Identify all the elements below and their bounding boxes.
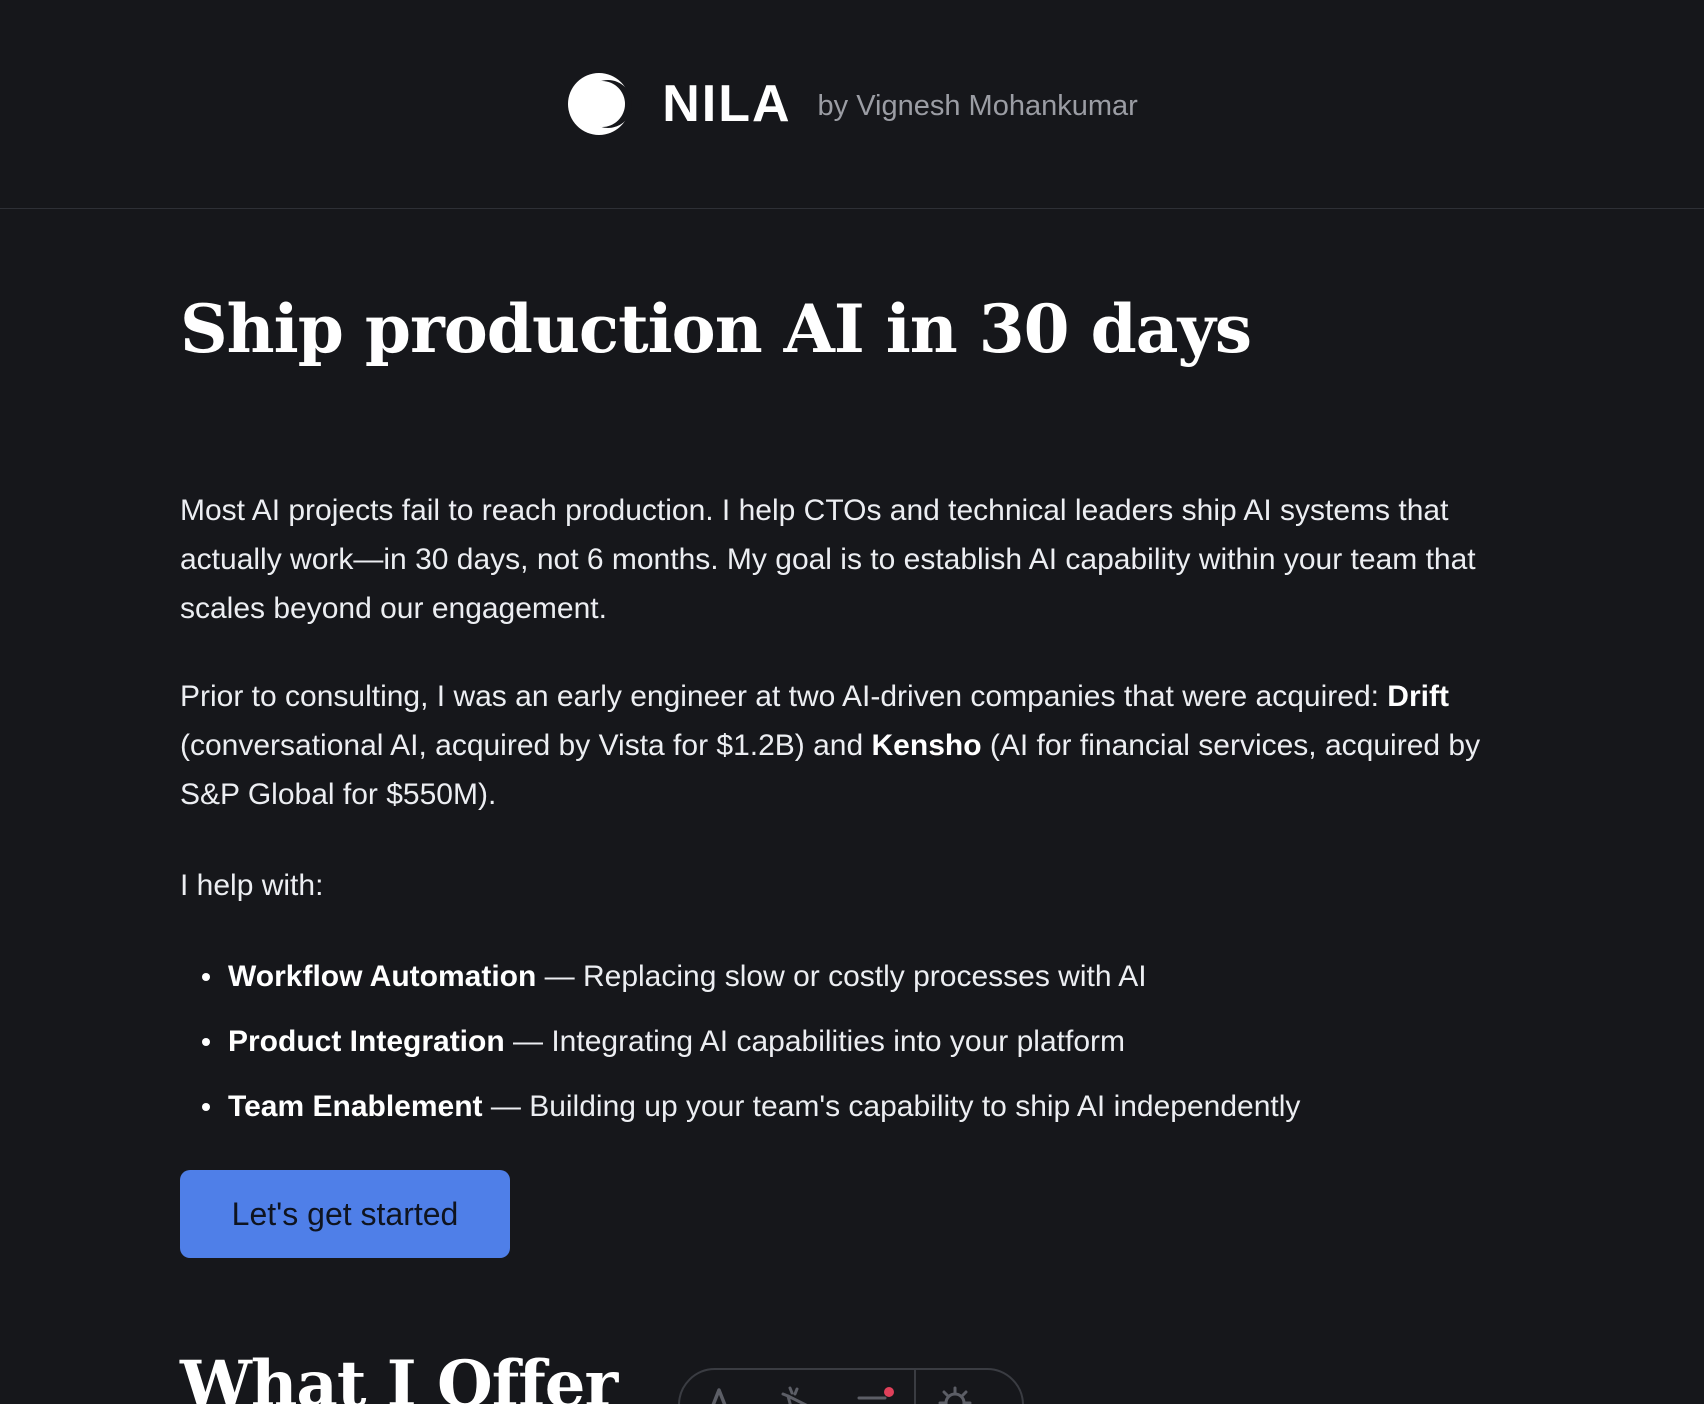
hero-title: Ship production AI in 30 days	[180, 290, 1252, 368]
background-mid: (conversational AI, acquired by Vista fo…	[180, 729, 872, 762]
brand[interactable]: NILA by Vignesh Mohankumar	[566, 71, 1138, 137]
bullet	[202, 1103, 210, 1111]
service-title: Team Enablement	[228, 1090, 483, 1123]
service-title: Product Integration	[228, 1025, 505, 1058]
toolbar-pointer-button[interactable]	[758, 1370, 836, 1404]
brand-byline: by Vignesh Mohankumar	[817, 89, 1138, 122]
brand-name: NILA	[662, 75, 792, 133]
services-list: Workflow Automation — Replacing slow or …	[180, 944, 1510, 1139]
company-kensho: Kensho	[871, 729, 982, 762]
service-desc: — Integrating AI capabilities into your …	[504, 1025, 1125, 1058]
list-item: Workflow Automation — Replacing slow or …	[180, 944, 1510, 1009]
toolbar-settings-button[interactable]	[916, 1370, 994, 1404]
toolbar-menu-button[interactable]	[836, 1370, 914, 1404]
settings-icon	[938, 1386, 972, 1404]
bullet	[202, 973, 210, 981]
background-lead: Prior to consulting, I was an early engi…	[180, 680, 1388, 713]
service-desc: — Building up your team's capability to …	[482, 1090, 1301, 1123]
crescent-moon-icon	[568, 73, 633, 135]
menu-notification-icon	[857, 1387, 894, 1400]
list-item: Product Integration — Integrating AI cap…	[180, 1009, 1510, 1074]
pointer-icon	[781, 1386, 808, 1404]
service-desc: — Replacing slow or costly processes wit…	[536, 960, 1147, 993]
site-header: NILA by Vignesh Mohankumar	[0, 0, 1704, 209]
get-started-button[interactable]: Let's get started	[180, 1170, 510, 1258]
list-item: Team Enablement — Building up your team'…	[180, 1074, 1510, 1139]
floating-toolbar	[678, 1368, 1024, 1404]
bullet	[202, 1038, 210, 1046]
company-drift: Drift	[1387, 680, 1449, 713]
service-title: Workflow Automation	[228, 960, 537, 993]
section-title-what-i-offer: What I Offer	[180, 1347, 618, 1404]
background-paragraph: Prior to consulting, I was an early engi…	[180, 672, 1510, 819]
page: NILA by Vignesh Mohankumar Ship producti…	[0, 0, 1704, 1404]
help-intro: I help with:	[180, 869, 324, 902]
intro-paragraph: Most AI projects fail to reach productio…	[180, 494, 1476, 625]
font-icon	[711, 1388, 727, 1404]
toolbar-font-button[interactable]	[680, 1370, 758, 1404]
